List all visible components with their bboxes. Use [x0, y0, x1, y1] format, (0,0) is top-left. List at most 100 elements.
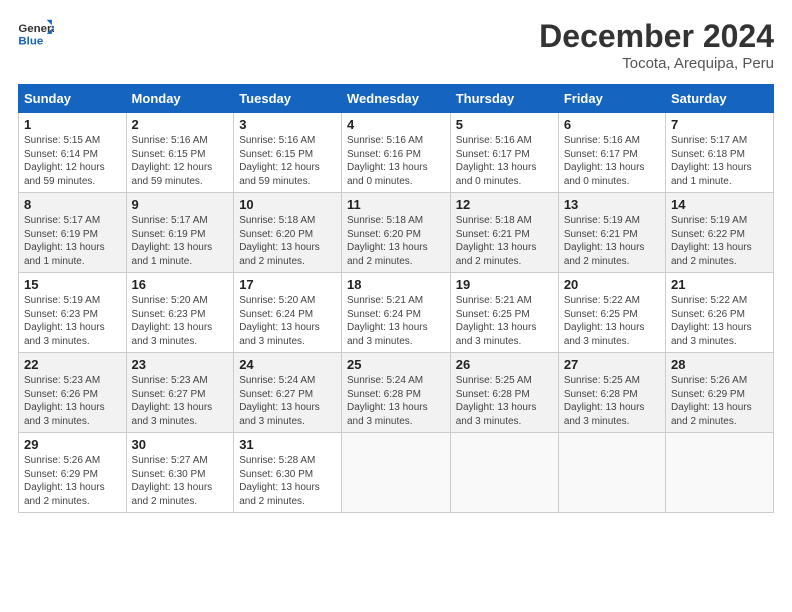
day-detail: Sunrise: 5:19 AMSunset: 6:23 PMDaylight:…: [24, 295, 105, 347]
day-number: 2: [132, 117, 229, 132]
day-number: 25: [347, 357, 445, 372]
day-number: 17: [239, 277, 336, 292]
subtitle: Tocota, Arequipa, Peru: [539, 55, 774, 72]
day-detail: Sunrise: 5:16 AMSunset: 6:15 PMDaylight:…: [132, 135, 213, 187]
table-row: 29 Sunrise: 5:26 AMSunset: 6:29 PMDaylig…: [19, 433, 127, 513]
day-detail: Sunrise: 5:26 AMSunset: 6:29 PMDaylight:…: [671, 375, 752, 427]
table-row: 31 Sunrise: 5:28 AMSunset: 6:30 PMDaylig…: [234, 433, 342, 513]
title-block: December 2024 Tocota, Arequipa, Peru: [539, 18, 774, 72]
table-row: 25 Sunrise: 5:24 AMSunset: 6:28 PMDaylig…: [341, 353, 450, 433]
table-row: 26 Sunrise: 5:25 AMSunset: 6:28 PMDaylig…: [450, 353, 558, 433]
table-row: 7 Sunrise: 5:17 AMSunset: 6:18 PMDayligh…: [666, 113, 774, 193]
table-row: 13 Sunrise: 5:19 AMSunset: 6:21 PMDaylig…: [558, 193, 665, 273]
table-row: 9 Sunrise: 5:17 AMSunset: 6:19 PMDayligh…: [126, 193, 234, 273]
day-number: 9: [132, 197, 229, 212]
calendar-header-row: Sunday Monday Tuesday Wednesday Thursday…: [19, 85, 774, 113]
day-detail: Sunrise: 5:20 AMSunset: 6:24 PMDaylight:…: [239, 295, 320, 347]
table-row: [450, 433, 558, 513]
day-number: 16: [132, 277, 229, 292]
table-row: 15 Sunrise: 5:19 AMSunset: 6:23 PMDaylig…: [19, 273, 127, 353]
day-number: 14: [671, 197, 768, 212]
day-number: 11: [347, 197, 445, 212]
col-monday: Monday: [126, 85, 234, 113]
table-row: 6 Sunrise: 5:16 AMSunset: 6:17 PMDayligh…: [558, 113, 665, 193]
page: General Blue December 2024 Tocota, Arequ…: [0, 0, 792, 523]
table-row: 22 Sunrise: 5:23 AMSunset: 6:26 PMDaylig…: [19, 353, 127, 433]
table-row: 11 Sunrise: 5:18 AMSunset: 6:20 PMDaylig…: [341, 193, 450, 273]
day-detail: Sunrise: 5:25 AMSunset: 6:28 PMDaylight:…: [564, 375, 645, 427]
day-number: 4: [347, 117, 445, 132]
day-number: 31: [239, 437, 336, 452]
day-detail: Sunrise: 5:23 AMSunset: 6:27 PMDaylight:…: [132, 375, 213, 427]
table-row: [666, 433, 774, 513]
header: General Blue December 2024 Tocota, Arequ…: [18, 18, 774, 72]
day-detail: Sunrise: 5:28 AMSunset: 6:30 PMDaylight:…: [239, 455, 320, 507]
day-number: 3: [239, 117, 336, 132]
day-number: 12: [456, 197, 553, 212]
table-row: 24 Sunrise: 5:24 AMSunset: 6:27 PMDaylig…: [234, 353, 342, 433]
day-detail: Sunrise: 5:26 AMSunset: 6:29 PMDaylight:…: [24, 455, 105, 507]
day-detail: Sunrise: 5:15 AMSunset: 6:14 PMDaylight:…: [24, 135, 105, 187]
day-number: 22: [24, 357, 121, 372]
calendar-week-1: 1 Sunrise: 5:15 AMSunset: 6:14 PMDayligh…: [19, 113, 774, 193]
table-row: 14 Sunrise: 5:19 AMSunset: 6:22 PMDaylig…: [666, 193, 774, 273]
day-detail: Sunrise: 5:24 AMSunset: 6:28 PMDaylight:…: [347, 375, 428, 427]
day-detail: Sunrise: 5:16 AMSunset: 6:16 PMDaylight:…: [347, 135, 428, 187]
calendar-week-4: 22 Sunrise: 5:23 AMSunset: 6:26 PMDaylig…: [19, 353, 774, 433]
main-title: December 2024: [539, 18, 774, 55]
table-row: 21 Sunrise: 5:22 AMSunset: 6:26 PMDaylig…: [666, 273, 774, 353]
day-detail: Sunrise: 5:25 AMSunset: 6:28 PMDaylight:…: [456, 375, 537, 427]
logo: General Blue: [18, 18, 54, 48]
day-number: 20: [564, 277, 660, 292]
table-row: 30 Sunrise: 5:27 AMSunset: 6:30 PMDaylig…: [126, 433, 234, 513]
calendar-week-2: 8 Sunrise: 5:17 AMSunset: 6:19 PMDayligh…: [19, 193, 774, 273]
svg-text:Blue: Blue: [18, 35, 43, 47]
day-number: 1: [24, 117, 121, 132]
day-detail: Sunrise: 5:23 AMSunset: 6:26 PMDaylight:…: [24, 375, 105, 427]
table-row: 8 Sunrise: 5:17 AMSunset: 6:19 PMDayligh…: [19, 193, 127, 273]
day-detail: Sunrise: 5:16 AMSunset: 6:15 PMDaylight:…: [239, 135, 320, 187]
day-detail: Sunrise: 5:27 AMSunset: 6:30 PMDaylight:…: [132, 455, 213, 507]
table-row: 16 Sunrise: 5:20 AMSunset: 6:23 PMDaylig…: [126, 273, 234, 353]
day-number: 18: [347, 277, 445, 292]
table-row: 18 Sunrise: 5:21 AMSunset: 6:24 PMDaylig…: [341, 273, 450, 353]
day-number: 24: [239, 357, 336, 372]
day-detail: Sunrise: 5:22 AMSunset: 6:26 PMDaylight:…: [671, 295, 752, 347]
day-detail: Sunrise: 5:24 AMSunset: 6:27 PMDaylight:…: [239, 375, 320, 427]
calendar-week-3: 15 Sunrise: 5:19 AMSunset: 6:23 PMDaylig…: [19, 273, 774, 353]
day-detail: Sunrise: 5:17 AMSunset: 6:18 PMDaylight:…: [671, 135, 752, 187]
table-row: 10 Sunrise: 5:18 AMSunset: 6:20 PMDaylig…: [234, 193, 342, 273]
day-detail: Sunrise: 5:20 AMSunset: 6:23 PMDaylight:…: [132, 295, 213, 347]
col-saturday: Saturday: [666, 85, 774, 113]
day-detail: Sunrise: 5:16 AMSunset: 6:17 PMDaylight:…: [456, 135, 537, 187]
day-number: 28: [671, 357, 768, 372]
table-row: 4 Sunrise: 5:16 AMSunset: 6:16 PMDayligh…: [341, 113, 450, 193]
day-detail: Sunrise: 5:19 AMSunset: 6:22 PMDaylight:…: [671, 215, 752, 267]
day-detail: Sunrise: 5:19 AMSunset: 6:21 PMDaylight:…: [564, 215, 645, 267]
table-row: 12 Sunrise: 5:18 AMSunset: 6:21 PMDaylig…: [450, 193, 558, 273]
table-row: [341, 433, 450, 513]
table-row: 23 Sunrise: 5:23 AMSunset: 6:27 PMDaylig…: [126, 353, 234, 433]
day-number: 7: [671, 117, 768, 132]
day-number: 29: [24, 437, 121, 452]
day-number: 21: [671, 277, 768, 292]
day-number: 19: [456, 277, 553, 292]
table-row: [558, 433, 665, 513]
day-detail: Sunrise: 5:21 AMSunset: 6:25 PMDaylight:…: [456, 295, 537, 347]
day-number: 8: [24, 197, 121, 212]
calendar-week-5: 29 Sunrise: 5:26 AMSunset: 6:29 PMDaylig…: [19, 433, 774, 513]
day-number: 23: [132, 357, 229, 372]
logo-icon: General Blue: [18, 18, 54, 48]
table-row: 19 Sunrise: 5:21 AMSunset: 6:25 PMDaylig…: [450, 273, 558, 353]
day-number: 6: [564, 117, 660, 132]
day-number: 10: [239, 197, 336, 212]
table-row: 5 Sunrise: 5:16 AMSunset: 6:17 PMDayligh…: [450, 113, 558, 193]
table-row: 17 Sunrise: 5:20 AMSunset: 6:24 PMDaylig…: [234, 273, 342, 353]
day-detail: Sunrise: 5:16 AMSunset: 6:17 PMDaylight:…: [564, 135, 645, 187]
table-row: 1 Sunrise: 5:15 AMSunset: 6:14 PMDayligh…: [19, 113, 127, 193]
table-row: 27 Sunrise: 5:25 AMSunset: 6:28 PMDaylig…: [558, 353, 665, 433]
table-row: 3 Sunrise: 5:16 AMSunset: 6:15 PMDayligh…: [234, 113, 342, 193]
col-wednesday: Wednesday: [341, 85, 450, 113]
table-row: 20 Sunrise: 5:22 AMSunset: 6:25 PMDaylig…: [558, 273, 665, 353]
day-detail: Sunrise: 5:17 AMSunset: 6:19 PMDaylight:…: [132, 215, 213, 267]
